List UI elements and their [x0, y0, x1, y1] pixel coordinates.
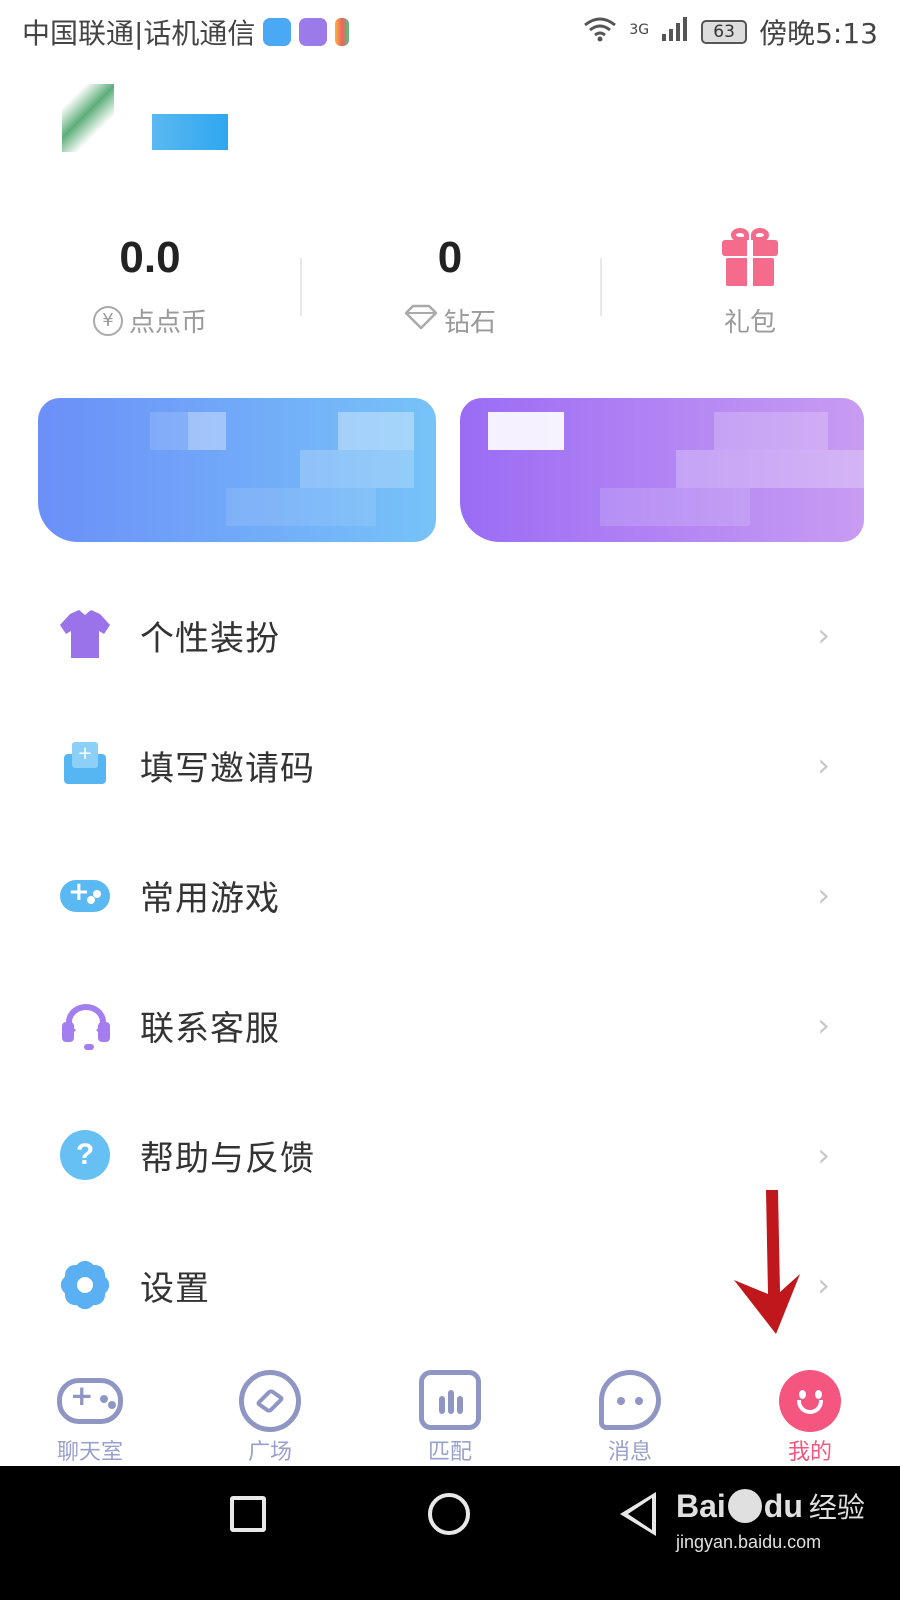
status-bar: 中国联通|话机通信 3G 63 傍晚5:13: [0, 0, 900, 64]
shirt-icon: [60, 610, 110, 658]
chevron-right-icon: ›: [817, 746, 830, 784]
menu-item-dressup[interactable]: 个性装扮 ›: [0, 570, 900, 700]
annotation-arrow-icon: [734, 1190, 800, 1334]
coin-icon: ¥: [92, 305, 123, 336]
chevron-right-icon: ›: [817, 616, 830, 654]
diamonds-label: 钻石: [443, 308, 496, 338]
home-button[interactable]: [428, 1493, 470, 1535]
baidu-watermark: Bai du 经验 jingyan.baidu.com: [676, 1486, 865, 1553]
promo-banner-right[interactable]: [460, 398, 864, 542]
system-nav-bar: Bai du 经验 jingyan.baidu.com: [0, 1466, 900, 1600]
app-notification-icon: [335, 18, 350, 46]
stat-diamonds[interactable]: 0 钻石: [300, 220, 600, 350]
profile-badge: [152, 114, 228, 150]
gamepad-icon: [57, 1370, 123, 1430]
gear-icon: [56, 1256, 114, 1314]
bottom-tab-bar: 聊天室 广场 匹配 消息 我的: [0, 1370, 900, 1466]
tab-label: 消息: [607, 1440, 652, 1465]
stats-row: 0.0 ¥ 点点币 0 钻石 礼包: [0, 220, 900, 350]
chat-bubble-icon: [597, 1370, 663, 1430]
menu-item-label: 设置: [140, 1268, 210, 1309]
tab-label: 我的: [787, 1440, 832, 1465]
menu-item-label: 填写邀请码: [140, 748, 315, 789]
menu-item-label: 个性装扮: [140, 618, 280, 659]
stat-coins[interactable]: 0.0 ¥ 点点币: [0, 220, 300, 350]
promo-banner-left[interactable]: [38, 398, 436, 542]
paw-icon: [727, 1489, 762, 1523]
watermark-brand-suffix: du: [763, 1487, 803, 1524]
menu-item-support[interactable]: 联系客服 ›: [0, 960, 900, 1090]
diamonds-value: 0: [437, 233, 463, 282]
profile-header[interactable]: [62, 84, 242, 154]
tab-square[interactable]: 广场: [180, 1370, 360, 1466]
watermark-brand: Bai: [676, 1487, 726, 1524]
watermark-brand-cn: 经验: [808, 1492, 865, 1523]
diamond-icon: [404, 304, 438, 337]
watermark-url: jingyan.baidu.com: [676, 1532, 822, 1552]
avatar[interactable]: [62, 84, 114, 152]
mail-icon: +: [60, 740, 110, 790]
gift-icon: [722, 228, 778, 288]
recents-button[interactable]: [230, 1496, 266, 1532]
signal-icon: [661, 16, 689, 49]
chevron-right-icon: ›: [817, 1006, 830, 1044]
tab-match[interactable]: 匹配: [360, 1370, 540, 1466]
network-type: 3G: [629, 22, 650, 38]
help-icon: ?: [60, 1130, 110, 1180]
gamepad-icon: [60, 870, 110, 920]
battery-icon: 63: [701, 20, 748, 44]
headset-icon: [60, 1000, 110, 1050]
clock: 傍晚5:13: [759, 17, 878, 50]
smiley-icon: [777, 1370, 843, 1432]
menu-item-games[interactable]: 常用游戏 ›: [0, 830, 900, 960]
menu-item-label: 帮助与反馈: [140, 1138, 315, 1179]
menu-item-label: 常用游戏: [140, 878, 280, 919]
shield-app-icon: [263, 18, 292, 46]
tab-chatroom[interactable]: 聊天室: [0, 1370, 180, 1466]
back-icon: [628, 1498, 652, 1530]
compass-icon: [237, 1370, 303, 1432]
app-notification-icon: [299, 18, 328, 46]
stat-gift[interactable]: 礼包: [600, 220, 900, 350]
gift-label: 礼包: [723, 308, 776, 338]
tab-label: 广场: [247, 1440, 292, 1465]
chevron-right-icon: ›: [817, 1266, 830, 1304]
chevron-right-icon: ›: [817, 1136, 830, 1174]
coins-label: 点点币: [128, 308, 207, 338]
match-icon: [417, 1370, 483, 1430]
tab-messages[interactable]: 消息: [540, 1370, 720, 1466]
coins-value: 0.0: [119, 233, 181, 282]
menu-item-label: 联系客服: [140, 1008, 280, 1049]
carrier-text: 中国联通|话机通信: [22, 17, 256, 50]
wifi-icon: [583, 16, 617, 49]
tab-label: 聊天室: [56, 1440, 123, 1465]
tab-me[interactable]: 我的: [720, 1370, 900, 1466]
tab-label: 匹配: [427, 1440, 472, 1465]
chevron-right-icon: ›: [817, 876, 830, 914]
menu-item-invite-code[interactable]: + 填写邀请码 ›: [0, 700, 900, 830]
